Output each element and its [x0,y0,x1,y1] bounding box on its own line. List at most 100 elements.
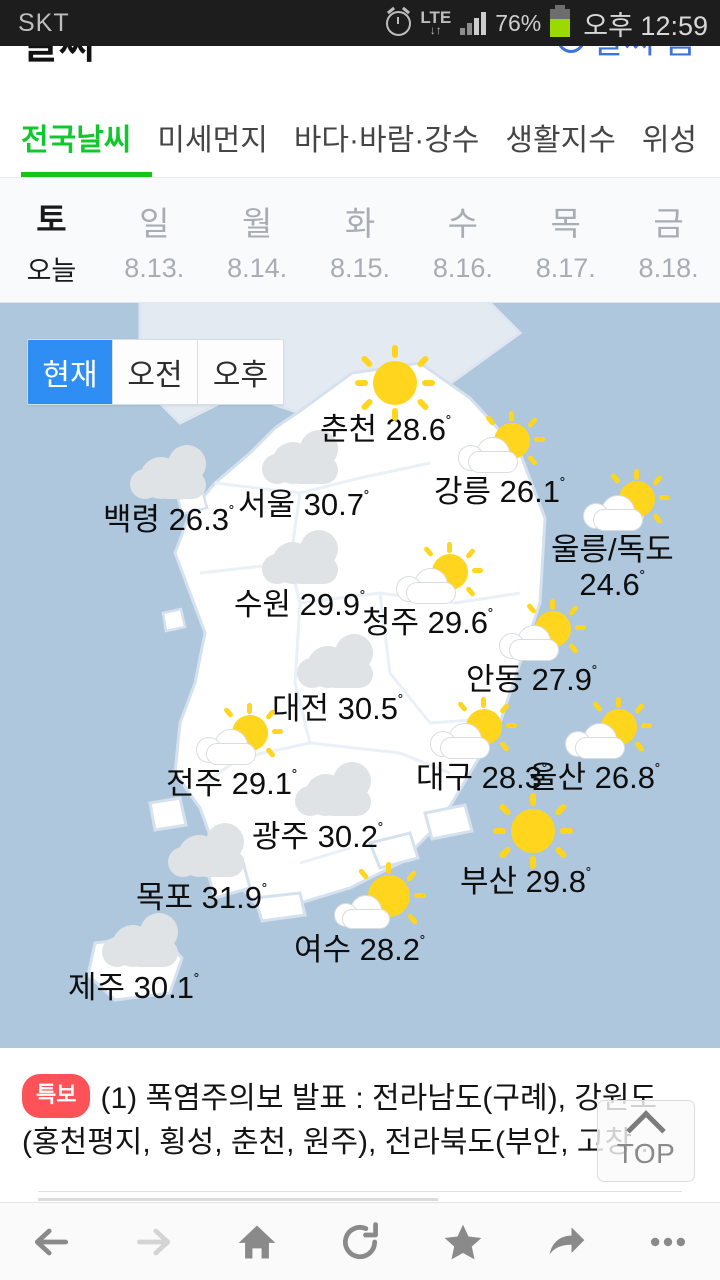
day-item-sun[interactable]: 일 8.13. [103,178,206,302]
time-toggle-am[interactable]: 오전 [113,340,198,404]
partly-cloudy-icon [426,697,518,759]
day-date: 8.13. [124,252,185,283]
day-date: 오늘 [26,255,77,286]
header-home-link[interactable]: i 날씨 홈 [556,46,696,63]
share-button[interactable] [526,1203,606,1280]
city-label: 광주 30.2˚ [252,819,384,854]
reload-icon [342,1221,378,1259]
partly-cloudy-icon [392,542,484,604]
more-button[interactable] [628,1203,708,1280]
back-button[interactable] [11,1203,91,1280]
day-item-wed[interactable]: 수 8.16. [411,178,514,302]
city-marker-ulsan[interactable]: 울산 26.8˚ [529,697,661,796]
tab-life-index[interactable]: 생활지수 [505,115,615,159]
arrow-left-icon [35,1228,69,1255]
city-label: 여수 28.2˚ [294,932,426,967]
partly-cloudy-icon [561,697,653,759]
partly-cloudy-icon [454,411,546,473]
day-item-sat[interactable]: 토 오늘 [0,178,103,302]
day-dow: 목 [550,204,581,242]
city-marker-gwangju[interactable]: 광주 30.2˚ [252,762,384,855]
day-date: 8.15. [329,252,391,283]
forward-button[interactable] [114,1203,194,1280]
time-toggle-group[interactable]: 현재 오전 오후 [27,339,284,405]
partly-cloudy-icon [495,599,587,661]
city-label: 부산 29.8˚ [460,864,592,899]
bookmark-button[interactable] [423,1203,503,1280]
reload-button[interactable] [320,1203,400,1280]
day-dow: 금 [653,204,684,242]
partly-cloudy-icon [192,703,284,765]
city-marker-andong[interactable]: 안동 27.9˚ [466,599,598,698]
day-item-mon[interactable]: 월 8.14. [206,178,309,302]
day-item-fri[interactable]: 금 8.18. [617,178,720,302]
tab-satellite[interactable]: 위성 [642,115,697,159]
time-toggle-pm[interactable]: 오후 [198,340,283,404]
cloudy-icon [262,528,352,586]
scrollbar[interactable] [38,1198,438,1201]
alert-text-1: (1) 폭염주의보 발표 : 전라남도(구례), 강원도 [100,1082,658,1115]
alert-divider [38,1191,682,1192]
status-bar: SKT LTE ↓↑ 76% 오후 12:59 [0,0,720,46]
city-marker-gangneung[interactable]: 강릉 26.1˚ [434,411,566,510]
city-label: 울릉/독도 24.6˚ [551,532,674,602]
browser-toolbar[interactable] [0,1202,720,1280]
city-marker-suwon[interactable]: 수원 29.9˚ [234,530,366,623]
cloudy-icon [168,821,258,879]
day-date: 8.17. [535,252,596,283]
city-marker-baengnyeong[interactable]: 백령 26.3˚ [103,445,235,538]
category-tabs[interactable]: 전국날씨 미세먼지 바다·바람·강수 생활지수 위성 [0,96,720,178]
home-icon [238,1225,276,1258]
city-label: 백령 26.3˚ [103,502,235,537]
page-header-clipped: 날씨 i 날씨 홈 [0,46,720,96]
share-icon [549,1226,584,1255]
city-marker-daegu[interactable]: 대구 28.3˚ [416,697,548,796]
city-marker-jeonju[interactable]: 전주 29.1˚ [166,703,298,802]
carrier-label: SKT [18,8,70,37]
home-button[interactable] [217,1203,297,1280]
day-item-thu[interactable]: 목 8.17. [514,178,617,302]
cloudy-icon [295,760,385,818]
city-label: 울산 26.8˚ [529,760,661,795]
tab-sea-wind-rain[interactable]: 바다·바람·강수 [294,115,480,159]
city-marker-yeosu[interactable]: 여수 28.2˚ [294,862,426,968]
city-marker-chuncheon[interactable]: 춘천 28.6˚ [320,345,452,448]
day-dow: 토 [36,200,67,238]
city-marker-busan[interactable]: 부산 29.8˚ [460,793,592,900]
city-label: 강릉 26.1˚ [434,474,566,509]
status-clock: 오후 12:59 [583,10,708,41]
app-screen: SKT LTE↓↑ 76% 오후 12:59 날씨 i 날씨 홈 전국날씨 미세… [0,0,720,1280]
city-marker-jeju[interactable]: 제주 30.1˚ [68,913,200,1006]
tab-nationwide-weather[interactable]: 전국날씨 [21,115,131,159]
arrow-right-icon [137,1228,171,1255]
city-label: 안동 27.9˚ [466,662,598,697]
signal-bars-icon [460,11,487,35]
star-icon [444,1224,482,1259]
partly-cloudy-icon [579,469,671,531]
city-marker-ulleung-dokdo[interactable]: 울릉/독도 24.6˚ [551,469,674,602]
partly-cloudy-icon [330,862,426,929]
day-dow: 월 [241,204,273,242]
time-toggle-now[interactable]: 현재 [28,340,113,404]
day-date: 8.18. [638,252,699,283]
weather-map[interactable]: 현재 오전 오후 백령 26.3˚ 서울 30.7˚ 춘천 28.6˚ 강릉 2… [0,303,720,1048]
header-home-label: 날씨 홈 [593,46,696,63]
city-label: 대구 28.3˚ [416,760,548,795]
more-dots-icon [651,1237,686,1246]
city-label: 대전 30.5˚ [272,691,404,726]
tab-fine-dust[interactable]: 미세먼지 [157,115,267,159]
day-selector[interactable]: 토 오늘 일 8.13. 월 8.14. 화 8.15. 수 8.16. 목 8… [0,178,720,303]
city-label: 춘천 28.6˚ [320,412,452,447]
status-icons: LTE ↓↑ 76% 오후 12:59 [386,4,708,43]
alarm-icon [386,10,412,36]
day-date: 8.14. [227,252,288,283]
day-dow: 일 [139,204,170,242]
city-marker-seoul[interactable]: 서울 30.7˚ [238,430,370,523]
city-label: 수원 29.9˚ [234,587,366,622]
lte-icon: LTE ↓↑ [420,8,452,37]
day-item-tue[interactable]: 화 8.15. [309,178,412,302]
city-marker-daejeon[interactable]: 대전 30.5˚ [272,634,404,727]
info-icon: i [556,46,585,53]
battery-icon [550,5,571,37]
scroll-to-top-button[interactable]: TOP [597,1100,695,1182]
